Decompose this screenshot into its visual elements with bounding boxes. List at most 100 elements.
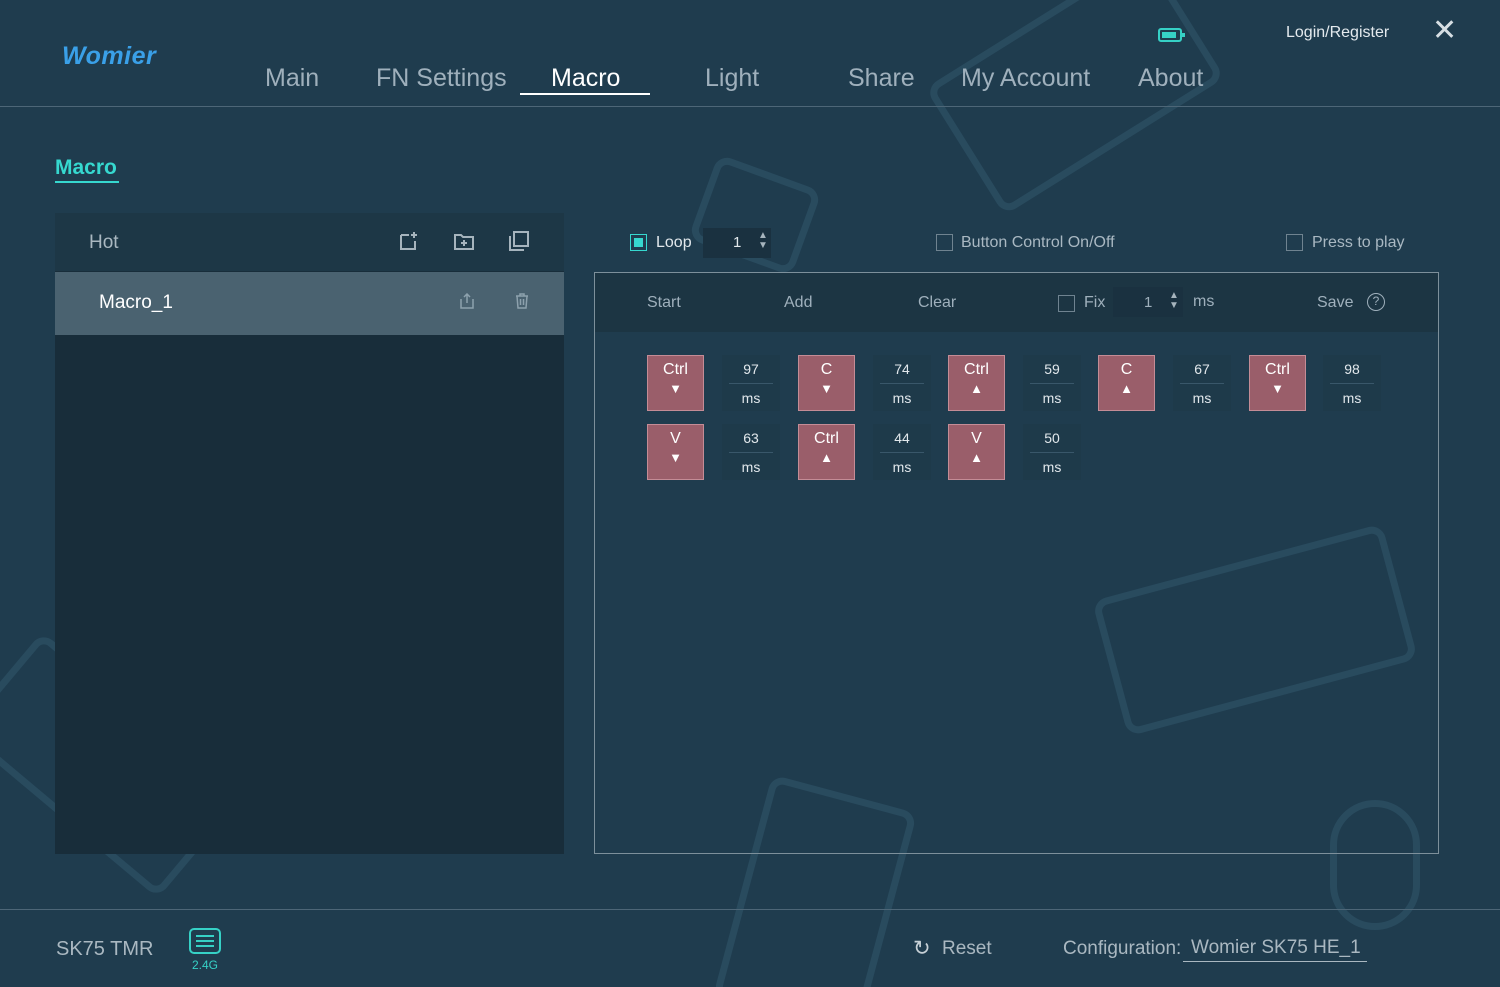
macro-list-header: Hot [55, 213, 564, 271]
tab-about[interactable]: About [1138, 64, 1203, 93]
key-label: V [971, 430, 982, 447]
delay-value: 59 [1044, 361, 1060, 377]
macro-delay[interactable]: 63 ms [722, 424, 780, 480]
press-to-play-label: Press to play [1312, 234, 1405, 251]
delay-unit: ms [1342, 390, 1362, 406]
macro-delay[interactable]: 97 ms [722, 355, 780, 411]
loop-label: Loop [656, 234, 692, 251]
button-control-checkbox[interactable] [936, 234, 953, 251]
macro-list-panel: Hot Macro_1 [55, 213, 564, 854]
fix-delay-value: 1 [1144, 294, 1153, 311]
fix-delay-label: Fix [1084, 294, 1106, 311]
section-title-underline [55, 181, 119, 183]
delay-unit: ms [892, 459, 912, 475]
macro-list-title: Hot [89, 232, 119, 253]
tab-fn-settings[interactable]: FN Settings [376, 64, 507, 93]
key-label: Ctrl [964, 361, 989, 378]
active-tab-indicator [520, 93, 650, 95]
macro-key-event[interactable]: Ctrl ▼ [1249, 355, 1306, 411]
fix-delay-input[interactable]: 1 ▲ ▼ [1113, 287, 1183, 317]
editor-toolbar: Start Add Clear Fix 1 ▲ ▼ ms Save ? [595, 273, 1438, 332]
delay-unit: ms [892, 390, 912, 406]
key-label: Ctrl [663, 361, 688, 378]
tab-share[interactable]: Share [848, 64, 915, 93]
import-macro-icon[interactable] [453, 230, 475, 252]
delay-unit: ms [1042, 459, 1062, 475]
key-label: V [670, 430, 681, 447]
loop-checkbox[interactable] [630, 234, 647, 251]
macro-key-event[interactable]: C ▼ [798, 355, 855, 411]
key-label: Ctrl [1265, 361, 1290, 378]
macro-key-event[interactable]: V ▼ [647, 424, 704, 480]
delay-unit: ms [1042, 390, 1062, 406]
macro-key-event[interactable]: Ctrl ▲ [798, 424, 855, 480]
login-register-link[interactable]: Login/Register [1286, 24, 1389, 42]
delay-value: 98 [1344, 361, 1360, 377]
header-divider [0, 106, 1500, 107]
delay-unit: ms [1192, 390, 1212, 406]
start-record-button[interactable]: Start [647, 294, 681, 312]
add-button[interactable]: Add [784, 294, 812, 312]
macro-delay[interactable]: 67 ms [1173, 355, 1231, 411]
loop-count-value: 1 [733, 234, 742, 251]
key-label: Ctrl [814, 430, 839, 447]
macro-editor: Start Add Clear Fix 1 ▲ ▼ ms Save ? Ctrl ▼… [594, 272, 1439, 854]
key-down-icon: ▼ [669, 381, 682, 396]
key-label: C [1120, 361, 1133, 378]
delay-value: 74 [894, 361, 910, 377]
macro-delay[interactable]: 74 ms [873, 355, 931, 411]
new-macro-icon[interactable] [398, 230, 420, 252]
help-icon[interactable]: ? [1367, 293, 1385, 311]
key-up-icon: ▲ [970, 381, 983, 396]
tab-main[interactable]: Main [265, 64, 319, 93]
save-button[interactable]: Save [1317, 294, 1353, 312]
macro-key-event[interactable]: V ▲ [948, 424, 1005, 480]
delay-unit: ms [741, 459, 761, 475]
delay-unit: ms [741, 390, 761, 406]
delay-value: 44 [894, 430, 910, 446]
macro-delay[interactable]: 44 ms [873, 424, 931, 480]
configuration-label: Configuration: [1063, 938, 1182, 959]
key-up-icon: ▲ [970, 450, 983, 465]
fix-delay-unit: ms [1193, 293, 1215, 310]
battery-icon [1158, 28, 1185, 42]
close-icon[interactable]: ✕ [1432, 16, 1457, 46]
trash-icon[interactable] [515, 293, 529, 314]
macro-key-event[interactable]: C ▲ [1098, 355, 1155, 411]
delay-value: 67 [1194, 361, 1210, 377]
tab-light[interactable]: Light [705, 64, 759, 93]
macro-delay[interactable]: 98 ms [1323, 355, 1381, 411]
key-up-icon: ▲ [820, 450, 833, 465]
export-icon[interactable] [460, 292, 474, 314]
loop-stepper-icon[interactable]: ▲ ▼ [758, 231, 768, 251]
configuration-select[interactable]: Womier SK75 HE_1 [1183, 937, 1367, 962]
loop-count-input[interactable]: 1 ▲ ▼ [703, 228, 771, 258]
key-label: C [820, 361, 833, 378]
tab-my-account[interactable]: My Account [961, 64, 1090, 93]
macro-delay[interactable]: 50 ms [1023, 424, 1081, 480]
macro-list-item[interactable]: Macro_1 [55, 272, 564, 335]
copy-macro-icon[interactable] [508, 230, 530, 252]
reset-button[interactable]: Reset [942, 938, 992, 960]
macro-key-event[interactable]: Ctrl ▲ [948, 355, 1005, 411]
delay-value: 50 [1044, 430, 1060, 446]
keyboard-icon[interactable] [189, 928, 221, 954]
clear-button[interactable]: Clear [918, 294, 956, 312]
fix-delay-stepper-icon[interactable]: ▲ ▼ [1169, 291, 1179, 311]
brand-logo: Womier [62, 42, 157, 70]
press-to-play-checkbox[interactable] [1286, 234, 1303, 251]
connection-mode: 2.4G [192, 958, 219, 972]
tab-macro[interactable]: Macro [551, 64, 620, 93]
key-down-icon: ▼ [820, 381, 833, 396]
button-control-label: Button Control On/Off [961, 234, 1115, 251]
fix-delay-checkbox[interactable] [1058, 295, 1075, 312]
key-down-icon: ▼ [1271, 381, 1284, 396]
section-title: Macro [55, 156, 117, 179]
reset-icon[interactable]: ↻ [913, 936, 931, 961]
macro-item-label: Macro_1 [99, 292, 173, 313]
device-name: SK75 TMR [56, 938, 154, 960]
key-down-icon: ▼ [669, 450, 682, 465]
delay-value: 97 [743, 361, 759, 377]
macro-delay[interactable]: 59 ms [1023, 355, 1081, 411]
macro-key-event[interactable]: Ctrl ▼ [647, 355, 704, 411]
